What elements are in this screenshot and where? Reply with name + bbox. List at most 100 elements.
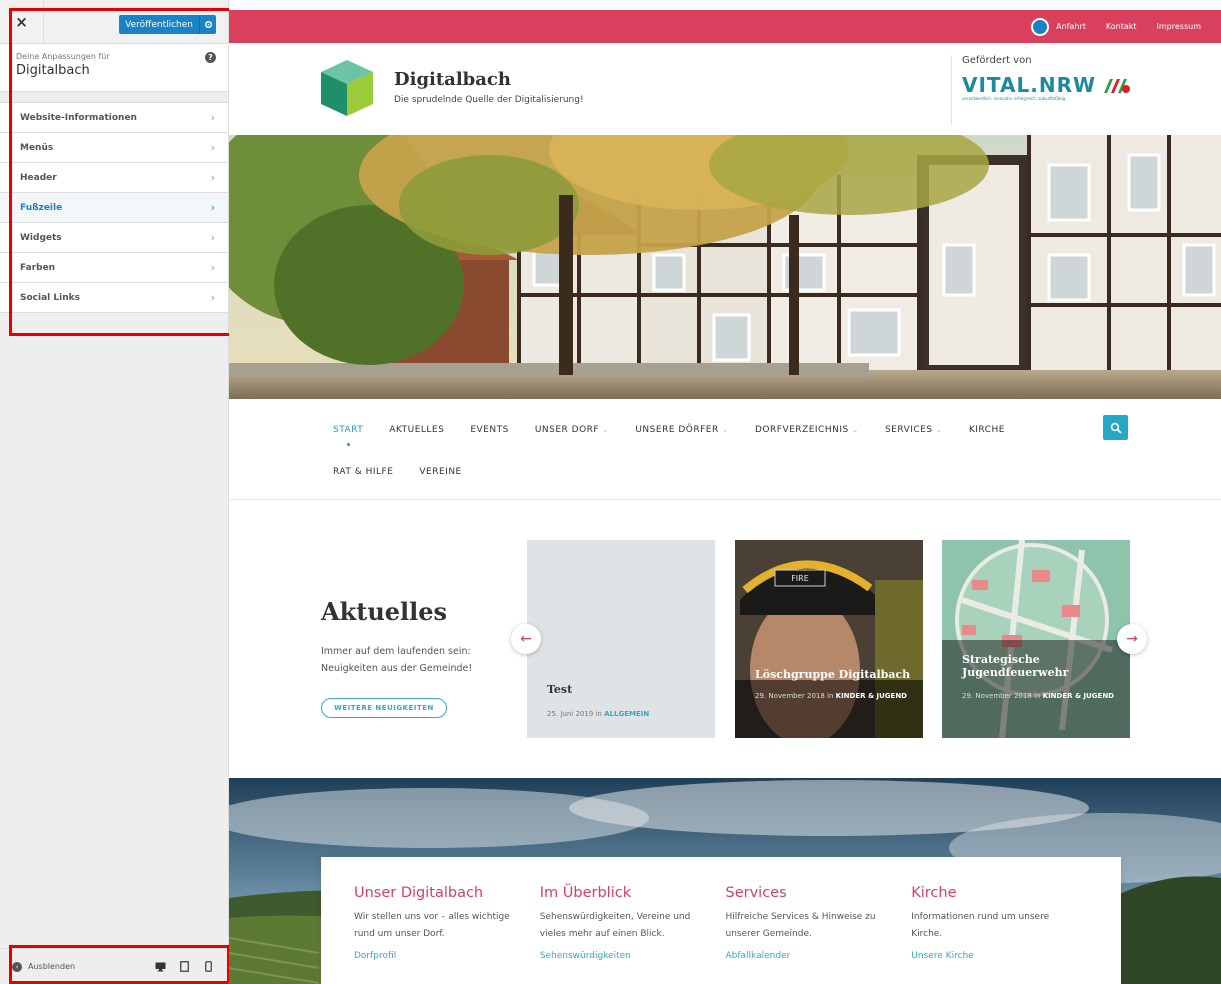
nav-item[interactable]: SERVICES ⌄ — [885, 423, 943, 465]
search-icon — [1110, 422, 1122, 434]
nav-item-label: START — [333, 425, 364, 435]
nav-item[interactable]: AKTUELLES — [389, 423, 444, 465]
info-link[interactable]: Unsere Kirche — [911, 951, 1097, 961]
info-link[interactable]: Sehenswürdigkeiten — [540, 951, 726, 961]
topbar-link-anfahrt[interactable]: Anfahrt — [1056, 22, 1086, 31]
chevron-down-icon: ⌄ — [599, 425, 610, 434]
news-card-category[interactable]: KINDER & JUGEND — [1043, 692, 1114, 700]
topbar-link-kontakt[interactable]: Kontakt — [1106, 22, 1137, 31]
customizer-menu-item[interactable]: Farben › — [0, 253, 228, 283]
nav-item[interactable]: UNSERE DÖRFER ⌄ — [635, 423, 729, 465]
site-preview: Anfahrt Kontakt Impressum Digitalbach Di… — [229, 0, 1221, 984]
nav-item[interactable]: KIRCHE — [969, 423, 1005, 465]
site-name: Digitalbach — [16, 63, 90, 78]
chevron-down-icon: ⌄ — [848, 425, 859, 434]
news-section: Aktuelles Immer auf dem laufenden sein: … — [229, 500, 1221, 778]
close-icon[interactable]: × — [0, 0, 44, 44]
chevron-right-icon: › — [210, 171, 215, 184]
firefighter-photo — [735, 540, 923, 738]
info-link[interactable]: Abfallkalender — [726, 951, 912, 961]
customizer-menu-item[interactable]: Social Links › — [0, 283, 228, 313]
gear-icon[interactable] — [199, 15, 216, 34]
news-card-category[interactable]: KINDER & JUGEND — [836, 692, 907, 700]
customizer-menu-item[interactable]: Fußzeile › — [0, 193, 228, 223]
desktop-icon[interactable] — [151, 958, 169, 976]
customizer-menu-item[interactable]: Website-Informationen › — [0, 103, 228, 133]
carousel-prev-button[interactable]: ← — [511, 624, 541, 654]
publish-button[interactable]: Veröffentlichen — [119, 15, 216, 34]
info-heading: Im Überblick — [539, 885, 632, 901]
chevron-right-icon: › — [210, 231, 215, 244]
nav-item-label: UNSER DORF — [534, 425, 600, 435]
info-column-kirche: Kirche Informationen rund um unsere Kirc… — [911, 885, 1097, 984]
edit-shortcut-icon[interactable] — [1031, 18, 1049, 36]
info-text: Hilfreiche Services & Hinweise zu unsere… — [725, 912, 876, 939]
info-text: Wir stellen uns vor – alles wichtige run… — [354, 912, 510, 939]
hide-controls-button[interactable]: Ausblenden — [28, 962, 145, 971]
customizer-menu-label: Menüs — [20, 142, 54, 153]
chevron-down-icon: ⌄ — [932, 425, 943, 434]
sponsor-label: Gefördert von — [962, 55, 1032, 66]
news-card-title[interactable]: Löschgruppe Digitalbach — [755, 668, 910, 681]
info-heading: Services — [725, 885, 787, 901]
info-text: Informationen rund um unsere Kirche. — [911, 912, 1050, 939]
nav-item-label: AKTUELLES — [389, 425, 445, 435]
publish-label: Veröffentlichen — [125, 19, 193, 30]
village-map-illustration — [942, 540, 1130, 738]
customizer-menu-label: Header — [20, 172, 57, 183]
nav-item[interactable]: START — [333, 423, 363, 465]
nav-item-label: EVENTS — [470, 425, 509, 435]
vital-nrw-logo[interactable]: VITAL.NRW — [962, 73, 1132, 97]
customizer-menu-item[interactable]: Widgets › — [0, 223, 228, 253]
customizer-menu-item[interactable]: Header › — [0, 163, 228, 193]
tablet-icon[interactable] — [175, 958, 193, 976]
news-card-meta: 29. November 2018 in KINDER & JUGEND — [755, 690, 915, 703]
more-news-button[interactable]: WEITERE NEUIGKEITEN — [321, 698, 447, 718]
info-heading: Kirche — [911, 885, 957, 901]
nav-item-label: DORFVERZEICHNIS — [755, 425, 849, 435]
vital-nrw-claim: verantwortlich. innovativ. erfolgreich. … — [962, 96, 1066, 101]
news-card-category[interactable]: ALLGEMEIN — [604, 710, 649, 718]
main-navigation: START AKTUELLES EVENTS UNSER DORF ⌄ UNSERE D… — [229, 400, 1221, 500]
news-card-loeschgruppe[interactable]: FIRE Löschgruppe Digitalbach 29. Novembe… — [735, 540, 923, 738]
nav-item[interactable]: EVENTS — [470, 423, 508, 465]
carousel-next-button[interactable]: → — [1117, 624, 1147, 654]
nav-item-label: UNSERE DÖRFER — [635, 425, 719, 435]
info-text: Sehenswürdigkeiten, Vereine und vieles m… — [539, 912, 691, 939]
nav-item-label: VEREINE — [419, 467, 462, 477]
news-description: Immer auf dem laufenden sein: Neuigkeite… — [321, 646, 473, 674]
vital-nrw-text: VITAL.NRW — [962, 73, 1097, 97]
hero-image — [229, 135, 1221, 399]
nav-item[interactable]: UNSER DORF ⌄ — [535, 423, 610, 465]
customizer-header: × Veröffentlichen — [0, 0, 228, 44]
news-card-test[interactable]: Test 25. Juni 2019 in ALLGEMEIN — [527, 540, 715, 738]
customizer-menu: Website-Informationen › Menüs › Header › Fußze… — [0, 102, 228, 313]
topbar-link-impressum[interactable]: Impressum — [1157, 22, 1201, 31]
nav-item-label: KIRCHE — [968, 425, 1005, 435]
chevron-right-icon: › — [210, 111, 215, 124]
info-link[interactable]: Dorfprofil — [354, 951, 540, 961]
news-card-meta: 29. November 2018 in KINDER & JUGEND — [962, 690, 1122, 703]
help-icon[interactable]: ? — [205, 52, 216, 63]
nav-item[interactable]: DORFVERZEICHNIS ⌄ — [755, 423, 859, 465]
news-card-date: 29. November 2018 in — [962, 692, 1043, 700]
news-card-title[interactable]: Strategische Jugendfeuerwehr — [962, 653, 1112, 679]
customizer-menu-label: Farben — [20, 262, 56, 273]
site-logo-icon[interactable] — [319, 58, 375, 118]
news-card-meta: 25. Juni 2019 in ALLGEMEIN — [547, 708, 707, 721]
customizer-menu-label: Website-Informationen — [20, 112, 137, 123]
search-button[interactable] — [1103, 415, 1128, 440]
site-title[interactable]: Digitalbach — [394, 69, 511, 90]
news-card-title[interactable]: Test — [547, 683, 572, 696]
collapse-icon[interactable]: ‹ — [12, 961, 22, 972]
customizer-menu-label: Fußzeile — [20, 202, 63, 213]
site-tagline: Die sprudelnde Quelle der Digitalisierun… — [394, 95, 584, 105]
customizer-menu-item[interactable]: Menüs › — [0, 133, 228, 163]
nrw-flag-icon — [1104, 79, 1131, 93]
news-card-jugendfeuerwehr[interactable]: Strategische Jugendfeuerwehr 29. Novembe… — [942, 540, 1130, 738]
customizer-sidebar: × Veröffentlichen Deine Anpassungen für … — [0, 0, 229, 984]
mobile-icon[interactable] — [199, 958, 217, 976]
news-card-date: 25. Juni 2019 in — [547, 710, 605, 718]
site-header: Digitalbach Die sprudelnde Quelle der Di… — [229, 43, 1221, 135]
info-label: Deine Anpassungen für — [16, 52, 110, 61]
